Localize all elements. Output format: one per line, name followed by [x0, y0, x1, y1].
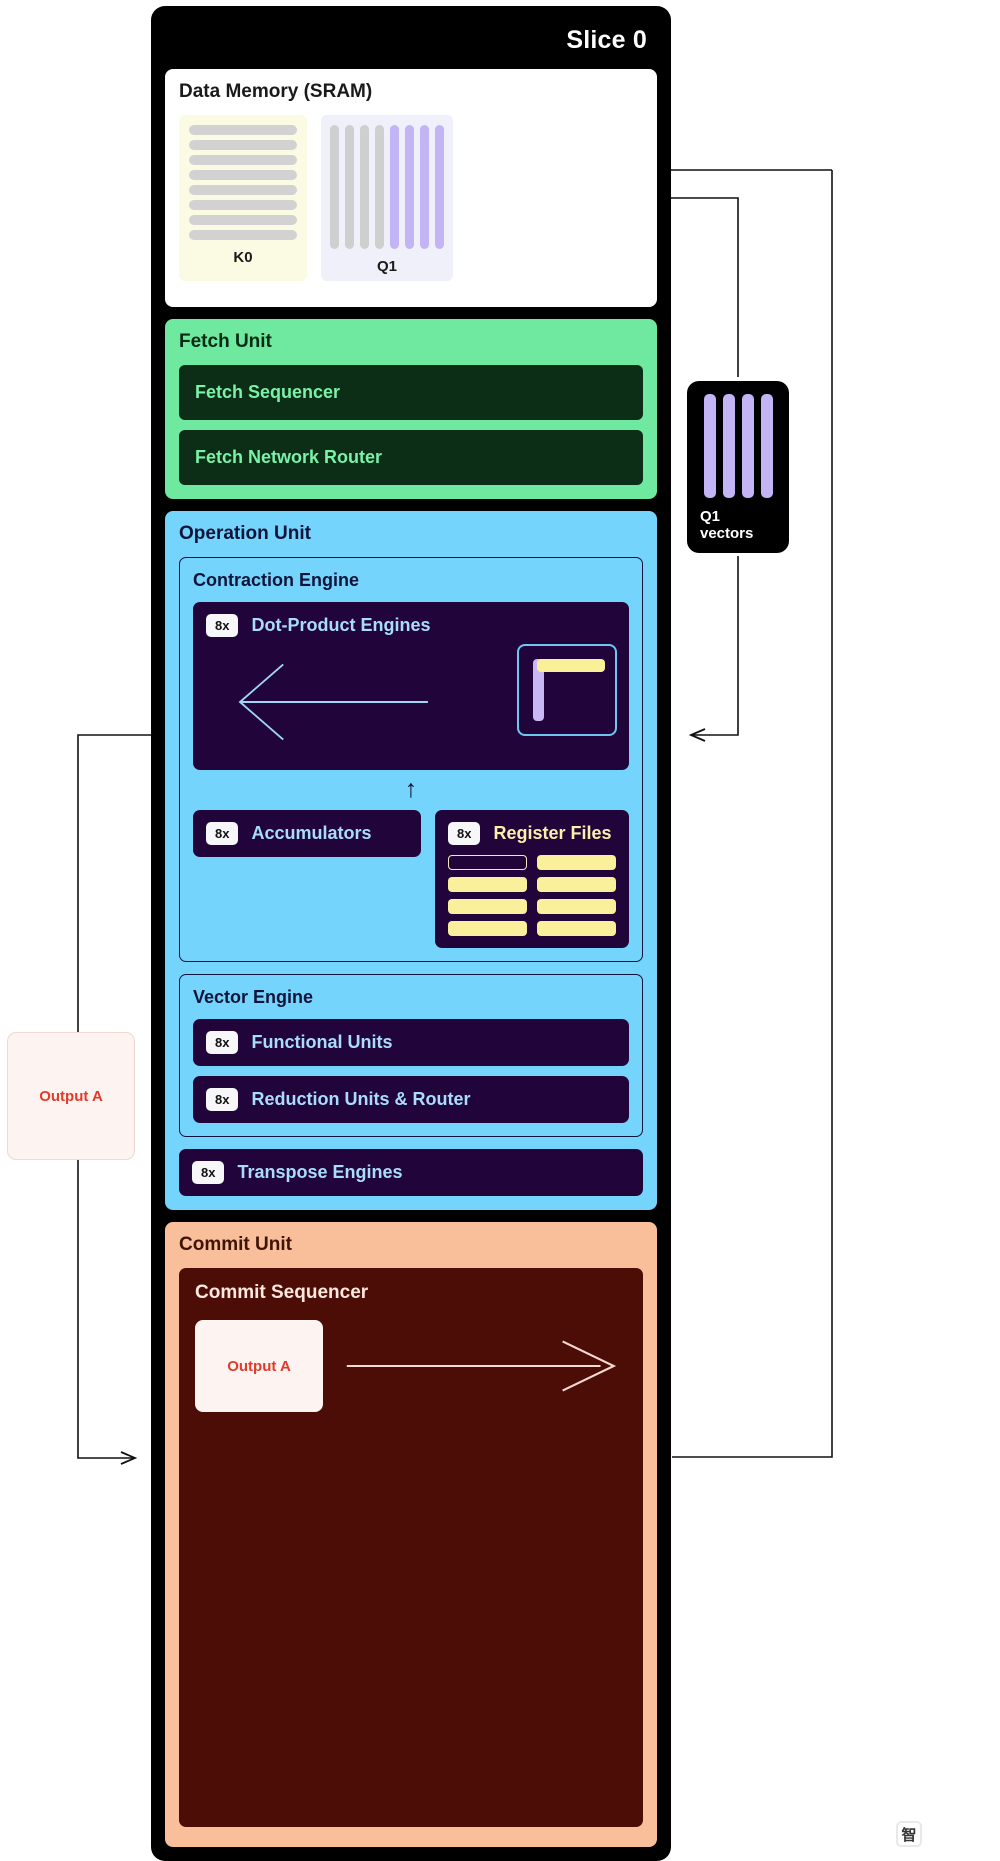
reduction-units-router[interactable]: 8x Reduction Units & Router — [193, 1076, 629, 1123]
reduction-units-label: Reduction Units & Router — [251, 1089, 471, 1109]
contraction-engine-block: Contraction Engine 8x Dot-Product Engine… — [179, 557, 643, 962]
register-files-label: Register Files — [493, 823, 612, 843]
commit-sequencer-title: Commit Sequencer — [195, 1282, 369, 1303]
accumulators-label: Accumulators — [251, 823, 372, 843]
vector-bar — [741, 394, 754, 498]
page-title: Slice 0 — [566, 26, 647, 54]
transpose-engines[interactable]: 8x Transpose Engines — [179, 1149, 643, 1196]
memory-row — [189, 125, 297, 135]
transpose-engines-label: Transpose Engines — [237, 1162, 403, 1182]
memory-row — [189, 170, 297, 180]
dot-product-engines-label: Dot-Product Engines — [251, 615, 431, 635]
count-badge: 8x — [448, 822, 481, 845]
count-badge: 8x — [192, 1161, 225, 1184]
watermark: 智 智东西 — [896, 1821, 982, 1847]
register-cell — [448, 877, 527, 892]
memory-column — [330, 125, 339, 249]
count-badge: 8x — [206, 1088, 239, 1111]
register-cell — [448, 899, 527, 914]
output-a-card: Output A — [7, 1032, 135, 1160]
memory-column — [345, 125, 354, 249]
register-file-grid — [448, 855, 616, 936]
slice-chip: Slice 0 Data Memory (SRAM) K0 Q1 Fetch U… — [151, 6, 671, 1861]
vector-engine-title: Vector Engine — [193, 987, 314, 1007]
commit-sequencer-body: Output A — [195, 1320, 627, 1412]
memory-row — [189, 185, 297, 195]
count-badge: 8x — [206, 822, 239, 845]
accumulators-header: 8x Accumulators — [206, 822, 408, 845]
accumulate-up-arrow-icon: ↑ — [404, 775, 418, 803]
functional-units[interactable]: 8x Functional Units — [193, 1019, 629, 1066]
contraction-engine-bottom: 8x Accumulators 8x Register Files — [193, 810, 629, 948]
memory-column-active — [390, 125, 399, 249]
vector-bar — [760, 394, 773, 498]
fetch-unit-block: Fetch Unit Fetch Sequencer Fetch Network… — [165, 319, 657, 499]
commit-flow-arrow-icon — [346, 1340, 617, 1392]
commit-unit-block: Commit Unit Commit Sequencer Output A — [165, 1222, 657, 1847]
accumulators[interactable]: 8x Accumulators — [193, 810, 421, 857]
fetch-unit-title: Fetch Unit — [179, 331, 272, 352]
vector-bar — [703, 394, 716, 498]
memory-row — [189, 200, 297, 210]
watermark-text: 智东西 — [928, 1826, 982, 1846]
functional-units-label: Functional Units — [251, 1032, 393, 1052]
count-badge: 8x — [206, 614, 239, 637]
q1-vectors-card: Q1 vectors — [687, 381, 789, 553]
memory-column — [360, 125, 369, 249]
commit-unit-title: Commit Unit — [179, 1234, 292, 1255]
memory-row — [189, 140, 297, 150]
memory-row — [189, 230, 297, 240]
contraction-engine-title: Contraction Engine — [193, 570, 359, 590]
q1-vectors-label: Q1 vectors — [700, 508, 754, 542]
register-cell — [537, 921, 616, 936]
memory-column-active — [405, 125, 414, 249]
reduction-units-header: 8x Reduction Units & Router — [206, 1088, 616, 1111]
register-cell-empty — [448, 855, 527, 870]
tile-shape-horizontal-bar — [537, 659, 605, 672]
memory-column-active — [420, 125, 429, 249]
memory-tile-label: K0 — [233, 249, 253, 266]
memory-row — [189, 155, 297, 165]
data-memory-title: Data Memory (SRAM) — [179, 81, 373, 102]
tile-shape-icon — [517, 644, 617, 736]
memory-tile-k0[interactable]: K0 — [179, 115, 307, 281]
q1-columns — [330, 125, 444, 249]
memory-tile-label: Q1 — [376, 258, 397, 275]
memory-tile-q1[interactable]: Q1 — [321, 115, 453, 281]
register-cell — [537, 899, 616, 914]
register-files-header: 8x Register Files — [448, 822, 616, 845]
register-cell — [537, 877, 616, 892]
fetch-sequencer[interactable]: Fetch Sequencer — [179, 365, 643, 420]
k0-rows — [189, 125, 297, 240]
memory-row — [189, 215, 297, 225]
dot-product-engines[interactable]: 8x Dot-Product Engines — [193, 602, 629, 770]
watermark-logo-icon: 智 — [896, 1821, 922, 1847]
register-cell — [448, 921, 527, 936]
dot-product-engines-header: 8x Dot-Product Engines — [206, 614, 616, 637]
transpose-engines-header: 8x Transpose Engines — [192, 1161, 630, 1184]
register-cell — [537, 855, 616, 870]
q1-vectors-bars — [703, 394, 773, 498]
memory-column — [375, 125, 384, 249]
data-memory-tiles: K0 Q1 — [179, 115, 643, 281]
vector-engine-block: Vector Engine 8x Functional Units 8x Red… — [179, 974, 643, 1137]
count-badge: 8x — [206, 1031, 239, 1054]
memory-column-active — [435, 125, 444, 249]
operation-unit-title: Operation Unit — [179, 523, 311, 544]
functional-units-header: 8x Functional Units — [206, 1031, 616, 1054]
data-memory-block: Data Memory (SRAM) K0 Q1 — [165, 69, 657, 307]
diagram-canvas: Q1 vectors Output A Slice 0 Data Memory … — [0, 0, 1000, 1861]
commit-sequencer[interactable]: Commit Sequencer Output A — [179, 1268, 643, 1827]
operation-unit-block: Operation Unit Contraction Engine 8x Dot… — [165, 511, 657, 1210]
register-files[interactable]: 8x Register Files — [435, 810, 629, 948]
commit-output-a: Output A — [195, 1320, 323, 1412]
vector-bar — [722, 394, 735, 498]
fetch-network-router[interactable]: Fetch Network Router — [179, 430, 643, 485]
